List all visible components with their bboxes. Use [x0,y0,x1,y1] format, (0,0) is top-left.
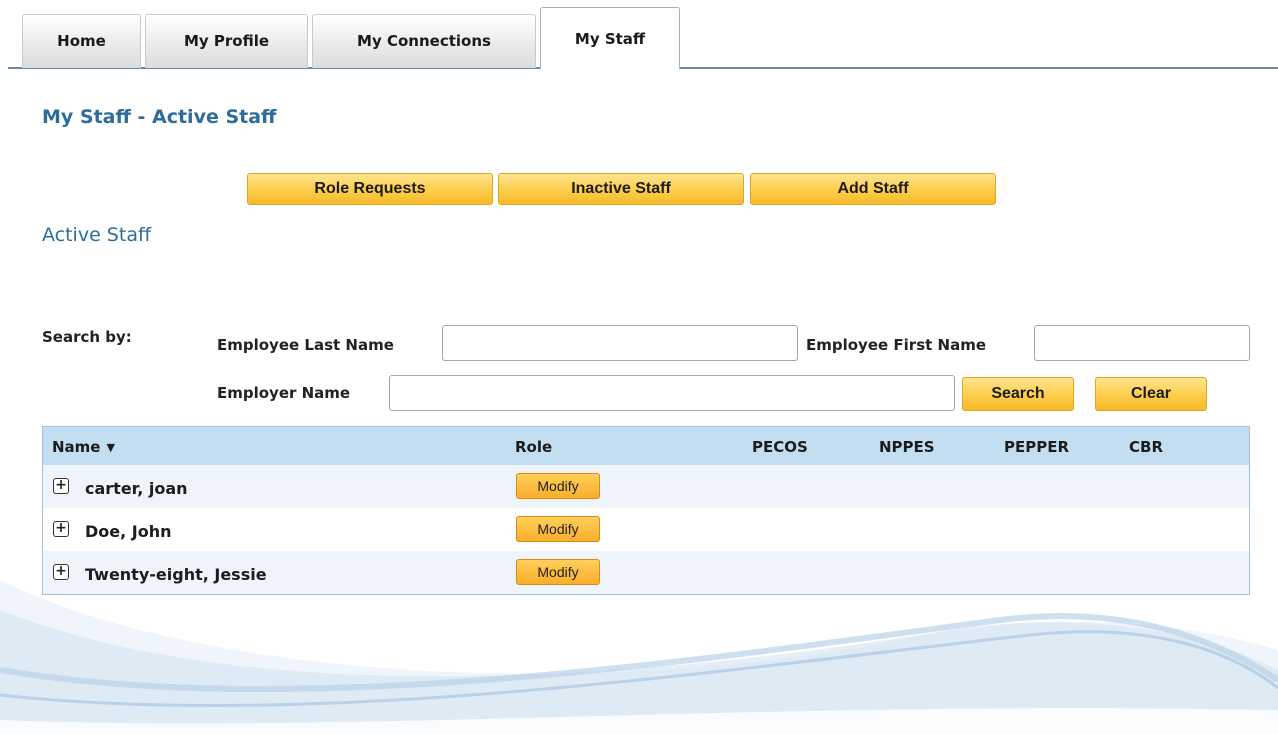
table-row: + carter, joan Modify [43,465,1249,508]
table-row: + Twenty-eight, Jessie Modify [43,551,1249,594]
column-header-pepper: PEPPER [1004,438,1070,456]
staff-name: carter, joan [85,479,188,498]
table-header: Name ▼ Role PECOS NPPES PEPPER CBR [43,427,1249,465]
employer-name-label: Employer Name [217,384,351,402]
tab-my-profile[interactable]: My Profile [145,14,308,68]
add-staff-button[interactable]: Add Staff [750,173,996,205]
staff-name: Doe, John [85,522,172,541]
page-title: My Staff - Active Staff [42,106,277,128]
table-row: + Doe, John Modify [43,508,1249,551]
staff-table: Name ▼ Role PECOS NPPES PEPPER CBR + cart… [42,426,1250,595]
column-header-name-label: Name [52,438,101,456]
clear-button[interactable]: Clear [1095,377,1207,411]
modify-button[interactable]: Modify [516,516,600,542]
column-header-role: Role [515,438,553,456]
column-header-pecos: PECOS [752,438,808,456]
column-header-cbr: CBR [1129,438,1163,456]
first-name-label: Employee First Name [806,336,986,354]
expand-icon[interactable]: + [53,478,69,494]
last-name-label: Employee Last Name [217,336,394,354]
modify-button[interactable]: Modify [516,473,600,499]
tab-my-connections[interactable]: My Connections [312,14,536,68]
section-title: Active Staff [42,224,152,246]
staff-name: Twenty-eight, Jessie [85,565,267,584]
column-header-nppes: NPPES [879,438,935,456]
caret-down-icon: ▼ [106,441,115,454]
column-header-name[interactable]: Name ▼ [52,438,115,456]
search-button[interactable]: Search [962,377,1074,411]
tab-bar: Home My Profile My Connections My Staff [0,0,1278,70]
first-name-input[interactable] [1034,325,1250,361]
last-name-input[interactable] [442,325,798,361]
expand-icon[interactable]: + [53,564,69,580]
search-by-label: Search by: [42,328,132,346]
role-requests-button[interactable]: Role Requests [247,173,493,205]
modify-button[interactable]: Modify [516,559,600,585]
expand-icon[interactable]: + [53,521,69,537]
inactive-staff-button[interactable]: Inactive Staff [498,173,744,205]
employer-name-input[interactable] [389,375,955,411]
tab-home[interactable]: Home [22,14,141,68]
tab-my-staff[interactable]: My Staff [540,7,680,69]
